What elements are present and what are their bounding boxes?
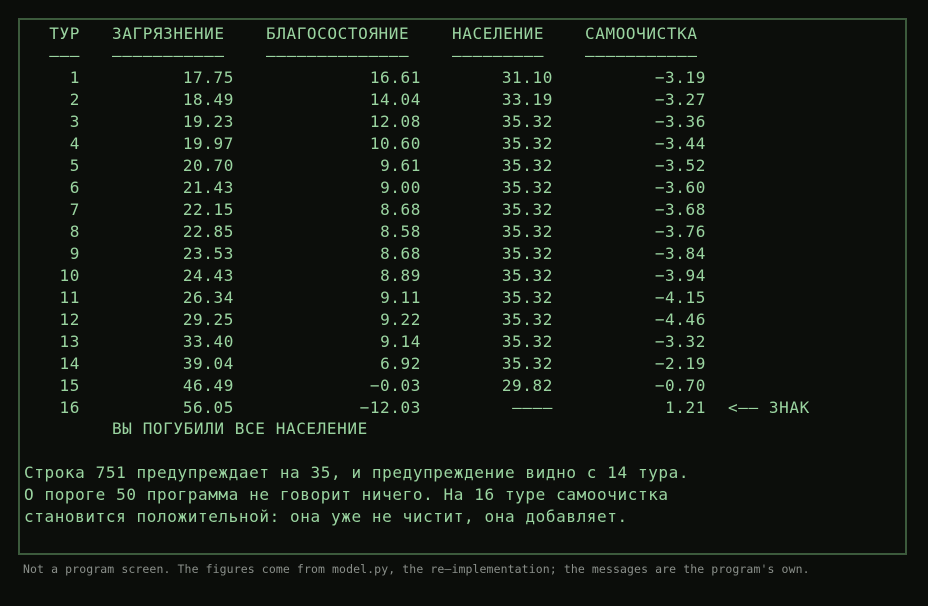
row-pollution: 22.15 xyxy=(182,200,234,219)
header-welfare: БЛАГОСОСТОЯНИЕ xyxy=(266,24,410,43)
row-self-cleaning: −3.44 xyxy=(654,134,706,153)
row-pollution: 39.04 xyxy=(182,354,234,373)
row-welfare: 12.08 xyxy=(369,112,421,131)
row-welfare: 9.61 xyxy=(380,156,421,175)
row-pollution: 56.05 xyxy=(182,398,234,417)
row-self-cleaning: −3.19 xyxy=(654,68,706,87)
row-tur: 12 xyxy=(59,310,80,329)
row-pollution: 23.53 xyxy=(182,244,234,263)
row-tur: 3 xyxy=(69,112,80,131)
row-welfare: 8.58 xyxy=(380,222,421,241)
row-tur: 13 xyxy=(59,332,80,351)
row-welfare: −12.03 xyxy=(359,398,421,417)
row-population: 35.32 xyxy=(501,222,553,241)
row-population: 31.10 xyxy=(501,68,553,87)
row-population: 35.32 xyxy=(501,156,553,175)
table-underline-row: ——— ——————————— —————————————— —————————… xyxy=(20,45,697,67)
row-pollution: 18.49 xyxy=(182,90,234,109)
underline-population: ————————— xyxy=(452,46,545,65)
row-welfare: 14.04 xyxy=(369,90,421,109)
row-population: 35.32 xyxy=(501,134,553,153)
table-header-row: ТУР ЗАГРЯЗНЕНИЕ БЛАГОСОСТОЯНИЕ НАСЕЛЕНИЕ… xyxy=(20,23,697,45)
footer-caption: Not a program screen. The figures come f… xyxy=(23,562,810,576)
verdict-message: ВЫ ПОГУБИЛИ ВСЕ НАСЕЛЕНИЕ xyxy=(112,419,368,438)
row-population: 33.19 xyxy=(501,90,553,109)
underline-tur: ——— xyxy=(49,46,80,65)
row-self-cleaning: −2.19 xyxy=(654,354,706,373)
row-welfare: 9.00 xyxy=(380,178,421,197)
row-pollution: 22.85 xyxy=(182,222,234,241)
terminal-panel: ТУР ЗАГРЯЗНЕНИЕ БЛАГОСОСТОЯНИЕ НАСЕЛЕНИЕ… xyxy=(18,18,907,555)
row-population: 35.32 xyxy=(501,178,553,197)
underline-pollution: ——————————— xyxy=(112,46,225,65)
row-pollution: 20.70 xyxy=(182,156,234,175)
row-self-cleaning: −3.36 xyxy=(654,112,706,131)
row-tur: 6 xyxy=(69,178,80,197)
row-pollution: 46.49 xyxy=(182,376,234,395)
row-population: 35.32 xyxy=(501,112,553,131)
row-welfare: 9.11 xyxy=(380,288,421,307)
row-population: 35.32 xyxy=(501,310,553,329)
row-pollution: 29.25 xyxy=(182,310,234,329)
note-line: О пороге 50 программа не говорит ничего.… xyxy=(24,485,669,504)
row-self-cleaning: −3.60 xyxy=(654,178,706,197)
underline-self-cleaning: ——————————— xyxy=(585,46,698,65)
row-tur: 15 xyxy=(59,376,80,395)
row-welfare: 10.60 xyxy=(369,134,421,153)
row-pollution: 26.34 xyxy=(182,288,234,307)
row-welfare: 8.68 xyxy=(380,244,421,263)
row-pollution: 21.43 xyxy=(182,178,234,197)
row-welfare: 9.22 xyxy=(380,310,421,329)
header-pollution: ЗАГРЯЗНЕНИЕ xyxy=(112,24,225,43)
header-population: НАСЕЛЕНИЕ xyxy=(452,24,545,43)
row-tur: 1 xyxy=(69,68,80,87)
row-self-cleaning: −3.84 xyxy=(654,244,706,263)
row-self-cleaning: −4.15 xyxy=(654,288,706,307)
row-self-cleaning: −3.32 xyxy=(654,332,706,351)
row-self-cleaning: −3.94 xyxy=(654,266,706,285)
row-self-cleaning: −3.52 xyxy=(654,156,706,175)
row-population: 35.32 xyxy=(501,354,553,373)
row-pollution: 33.40 xyxy=(182,332,234,351)
row-population: 35.32 xyxy=(501,244,553,263)
row-population: ———— xyxy=(512,398,553,417)
header-tur: ТУР xyxy=(49,24,80,43)
row-self-cleaning: −4.46 xyxy=(654,310,706,329)
row-tur: 14 xyxy=(59,354,80,373)
note-line: Строка 751 предупреждает на 35, и предуп… xyxy=(24,463,690,482)
row-tur: 11 xyxy=(59,288,80,307)
sign-marker: <—— ЗНАК xyxy=(728,398,810,417)
row-welfare: 16.61 xyxy=(369,68,421,87)
row-self-cleaning: −0.70 xyxy=(654,376,706,395)
row-welfare: 9.14 xyxy=(380,332,421,351)
row-pollution: 17.75 xyxy=(182,68,234,87)
row-population: 35.32 xyxy=(501,266,553,285)
note-line: становится положительной: она уже не чис… xyxy=(24,507,628,526)
row-tur: 10 xyxy=(59,266,80,285)
row-welfare: 8.89 xyxy=(380,266,421,285)
row-population: 35.32 xyxy=(501,332,553,351)
row-population: 35.32 xyxy=(501,288,553,307)
row-tur: 8 xyxy=(69,222,80,241)
row-population: 35.32 xyxy=(501,200,553,219)
row-welfare: −0.03 xyxy=(369,376,421,395)
row-self-cleaning: −3.27 xyxy=(654,90,706,109)
row-pollution: 19.97 xyxy=(182,134,234,153)
row-welfare: 6.92 xyxy=(380,354,421,373)
row-tur: 4 xyxy=(69,134,80,153)
row-tur: 5 xyxy=(69,156,80,175)
row-pollution: 24.43 xyxy=(182,266,234,285)
row-self-cleaning: 1.21 xyxy=(665,398,706,417)
row-tur: 16 xyxy=(59,398,80,417)
row-self-cleaning: −3.68 xyxy=(654,200,706,219)
row-tur: 7 xyxy=(69,200,80,219)
row-pollution: 19.23 xyxy=(182,112,234,131)
row-tur: 9 xyxy=(69,244,80,263)
underline-welfare: —————————————— xyxy=(266,46,410,65)
header-self-cleaning: САМООЧИСТКА xyxy=(585,24,698,43)
row-population: 29.82 xyxy=(501,376,553,395)
row-tur: 2 xyxy=(69,90,80,109)
row-welfare: 8.68 xyxy=(380,200,421,219)
row-self-cleaning: −3.76 xyxy=(654,222,706,241)
